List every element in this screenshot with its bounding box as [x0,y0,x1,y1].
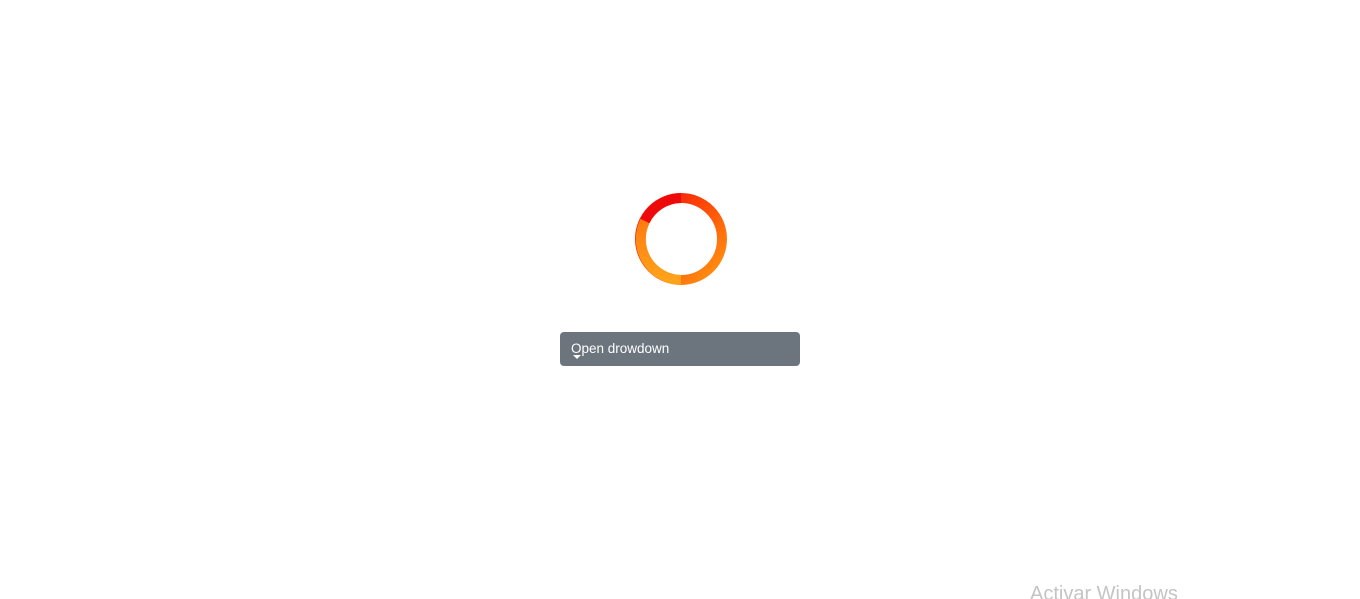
activation-watermark: Activar Windows [1030,583,1178,599]
caret-down-icon [573,355,581,359]
open-dropdown-button[interactable]: Open drowdown [560,332,800,366]
loading-spinner-icon [633,191,729,287]
page: Open drowdown Activar Windows [0,0,1360,599]
dropdown-label: Open drowdown [571,341,670,357]
